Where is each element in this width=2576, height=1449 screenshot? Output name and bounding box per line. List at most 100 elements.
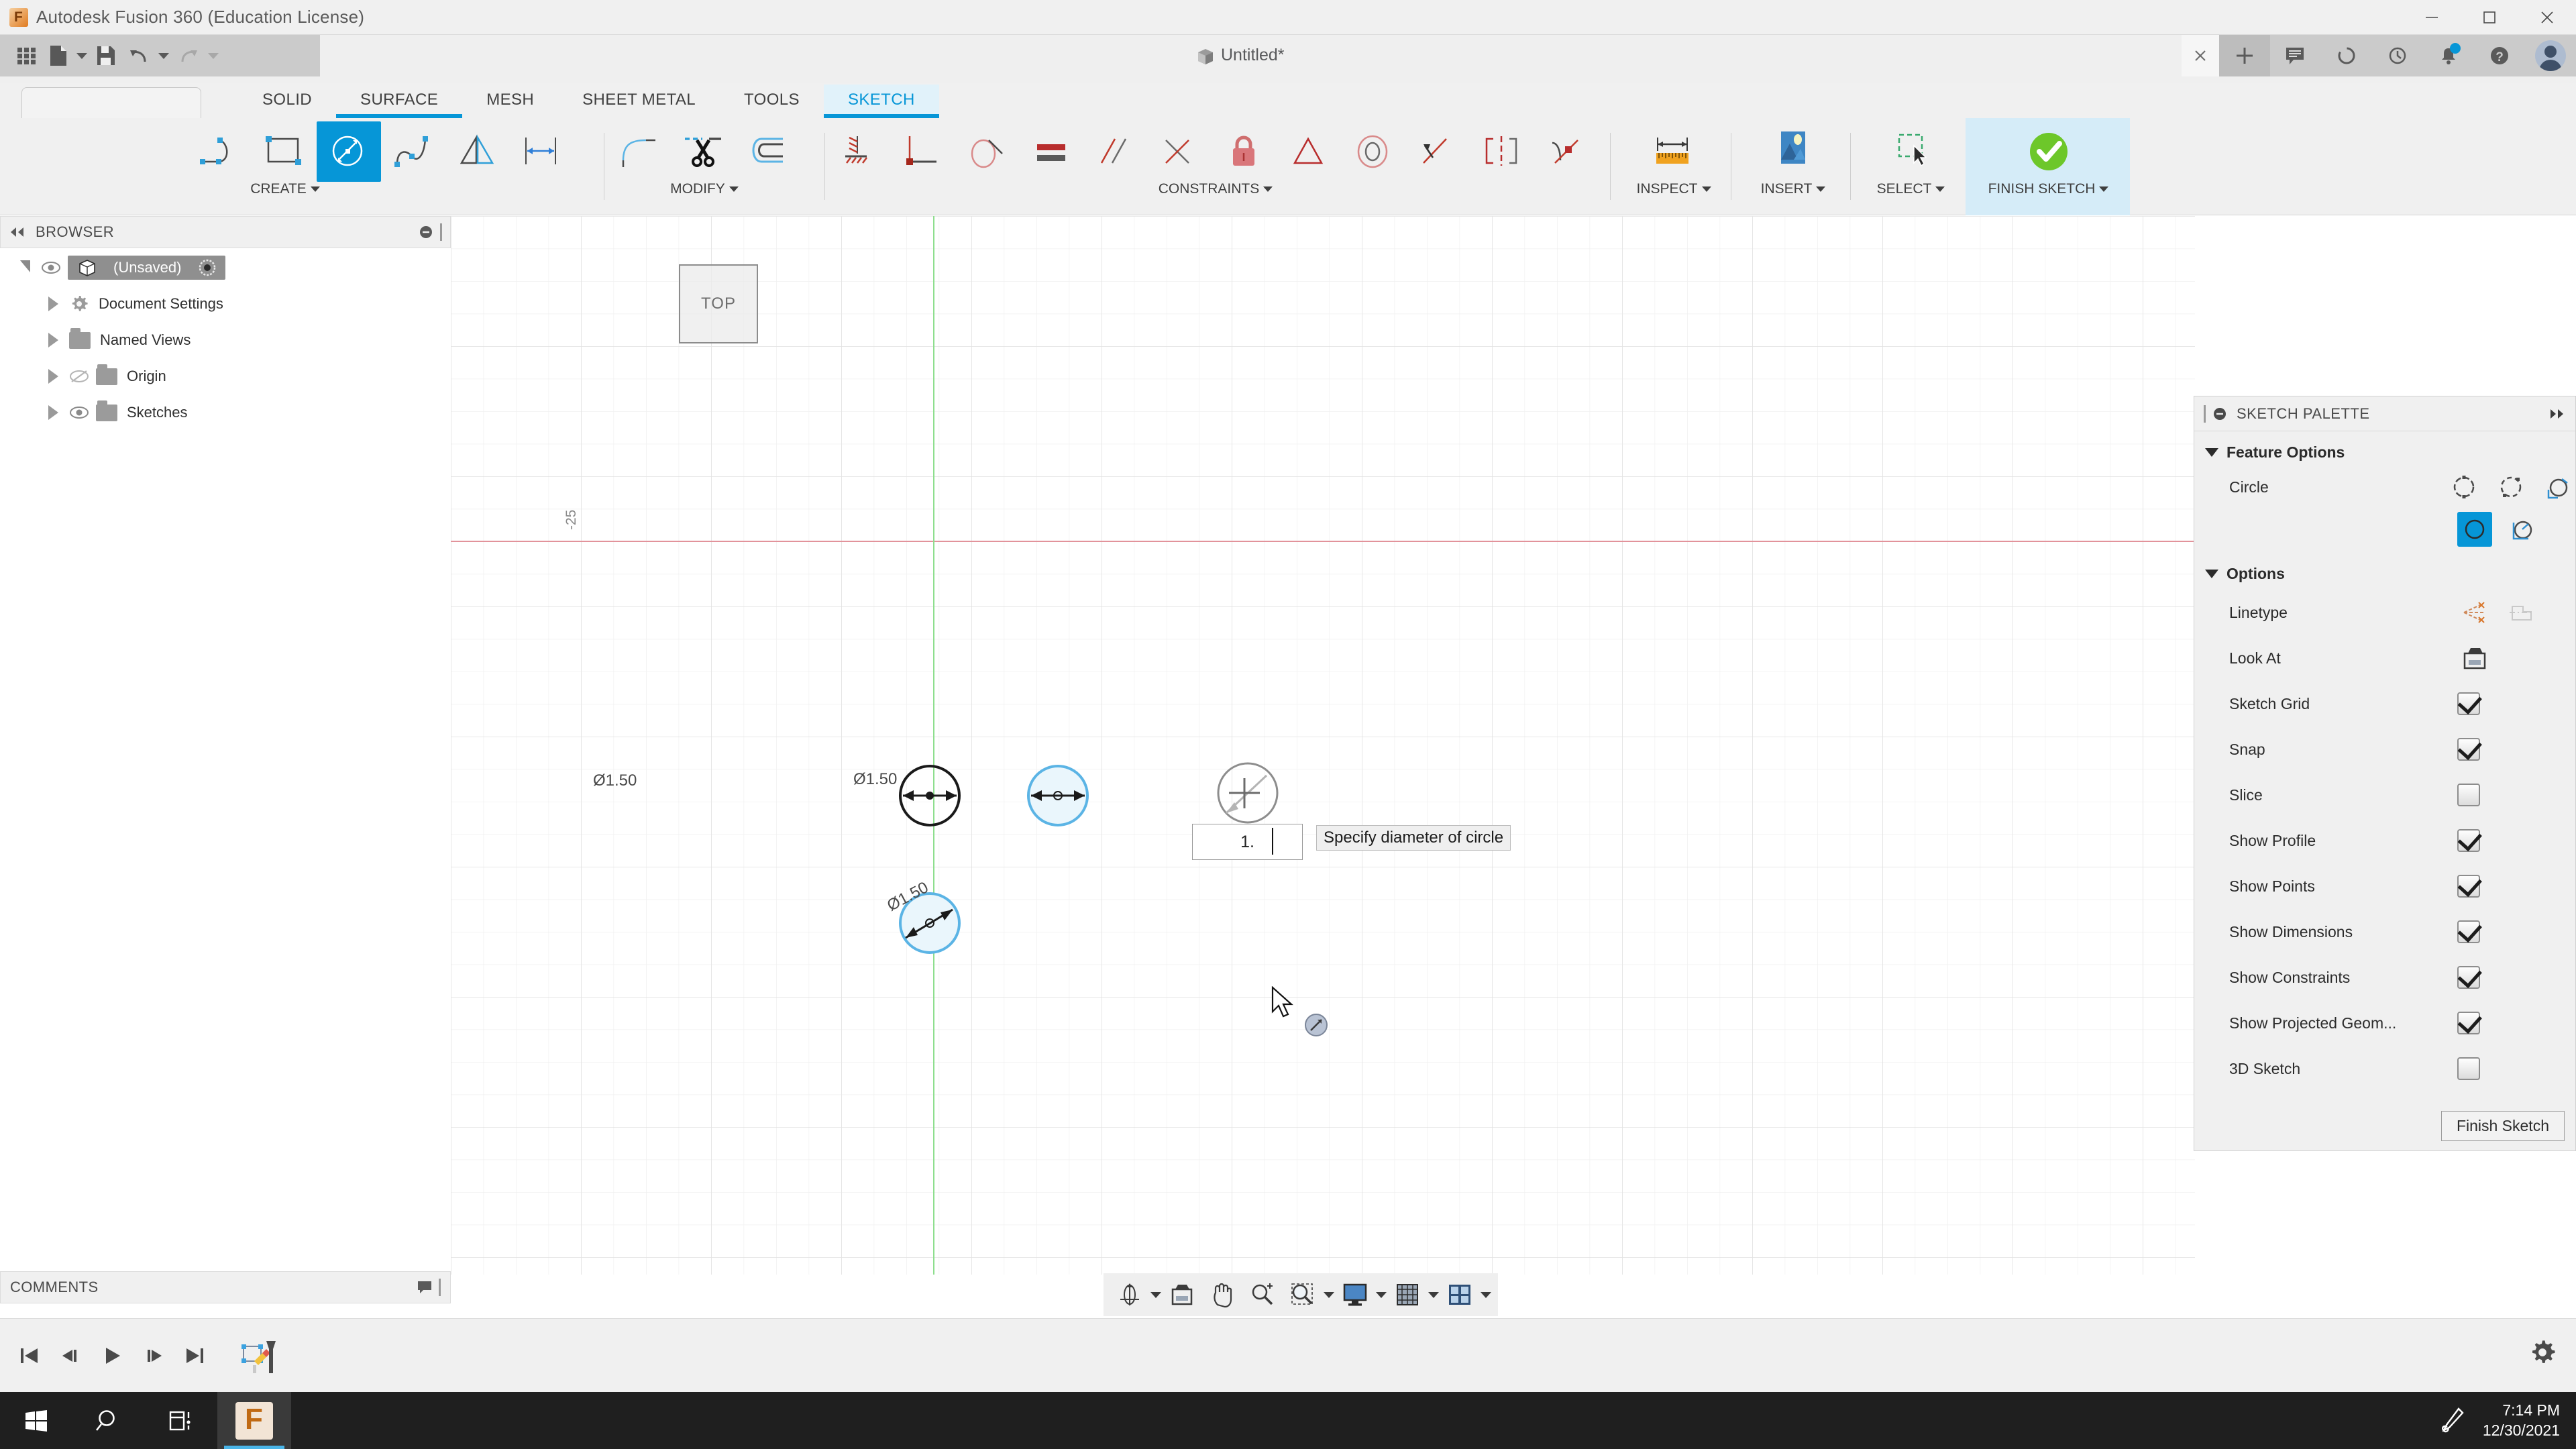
viewports-icon[interactable] — [1440, 1276, 1479, 1313]
tree-row-unsaved[interactable]: (Unsaved) — [0, 250, 451, 286]
tree-row-origin[interactable]: Origin — [0, 358, 451, 394]
sketch-feature-icon[interactable] — [233, 1336, 283, 1376]
ribbon-group-label-inspect[interactable]: INSPECT — [1617, 181, 1731, 197]
search-icon[interactable] — [72, 1392, 145, 1449]
symmetry-constraint-icon[interactable] — [1470, 121, 1535, 182]
ribbon-group-label-modify[interactable]: MODIFY — [607, 181, 802, 197]
rectangle-icon[interactable] — [252, 121, 317, 182]
3d-sketch-checkbox[interactable] — [2457, 1057, 2480, 1080]
tab-sketch[interactable]: SKETCH — [823, 85, 939, 118]
tab-solid[interactable]: SOLID — [238, 85, 336, 118]
section-options[interactable]: Options — [2194, 553, 2575, 590]
help-icon[interactable]: ? — [2474, 35, 2525, 76]
zoom-window-icon[interactable] — [1283, 1276, 1322, 1313]
taskbar-app-fusion360[interactable] — [217, 1392, 291, 1449]
ribbon-group-label-create[interactable]: CREATE — [188, 181, 382, 197]
polygon-icon[interactable] — [445, 121, 510, 182]
zoom-icon[interactable] — [1243, 1276, 1282, 1313]
tree-row-named-views[interactable]: Named Views — [0, 322, 451, 358]
zoom-dropdown-icon[interactable] — [1324, 1291, 1334, 1298]
parallel-constraint-icon[interactable] — [1084, 121, 1148, 182]
line-icon[interactable] — [188, 121, 252, 182]
tree-row-document-settings[interactable]: Document Settings — [0, 286, 451, 322]
chevron-right-icon[interactable] — [48, 405, 58, 420]
pan-hand-icon[interactable] — [1203, 1276, 1242, 1313]
collapse-left-icon[interactable] — [9, 226, 26, 238]
browser-resize-handle[interactable] — [440, 223, 442, 241]
offset-icon[interactable] — [736, 121, 800, 182]
display-settings-dropdown-icon[interactable] — [1376, 1291, 1387, 1298]
centerline-linetype-icon[interactable] — [2504, 595, 2539, 630]
finish-sketch-check-icon[interactable] — [2017, 121, 2081, 182]
show-profile-checkbox[interactable] — [2457, 829, 2480, 852]
palette-row-3d-sketch[interactable]: 3D Sketch — [2194, 1046, 2575, 1091]
coincident-constraint-icon[interactable] — [891, 121, 955, 182]
sketch-dimension-icon[interactable] — [510, 121, 574, 182]
pen-workspace-icon[interactable] — [2438, 1406, 2465, 1436]
new-document-dropdown-icon[interactable] — [76, 52, 87, 59]
look-at-icon[interactable] — [2457, 641, 2492, 676]
bell-icon[interactable] — [2423, 35, 2474, 76]
tangent-constraint-icon[interactable] — [955, 121, 1020, 182]
palette-row-show-profile[interactable]: Show Profile — [2194, 818, 2575, 863]
viewports-dropdown-icon[interactable] — [1481, 1291, 1491, 1298]
skip-to-end-icon[interactable] — [176, 1336, 215, 1376]
show-dimensions-checkbox[interactable] — [2457, 920, 2480, 943]
tab-mesh[interactable]: MESH — [462, 85, 558, 118]
snap-checkbox[interactable] — [2457, 738, 2480, 761]
maximize-icon[interactable] — [2461, 0, 2518, 35]
diameter-input[interactable]: 1. — [1192, 824, 1303, 860]
minus-circle-icon[interactable] — [2212, 407, 2227, 421]
step-back-icon[interactable] — [51, 1336, 90, 1376]
tree-row-sketches[interactable]: Sketches — [0, 394, 451, 431]
step-forward-icon[interactable] — [134, 1336, 173, 1376]
visibility-eye-off-icon[interactable] — [69, 370, 89, 383]
chevron-right-icon[interactable] — [48, 333, 58, 347]
undo-icon[interactable] — [122, 38, 156, 73]
document-tab[interactable]: Untitled* — [1195, 46, 1285, 65]
close-tab-icon[interactable] — [2182, 35, 2219, 76]
palette-row-snap[interactable]: Snap — [2194, 727, 2575, 772]
save-icon[interactable] — [90, 38, 122, 73]
close-icon[interactable] — [2518, 0, 2576, 35]
dimension-label-1[interactable]: Ø1.50 — [593, 771, 637, 790]
display-settings-icon[interactable] — [1336, 1276, 1375, 1313]
grid-snaps-icon[interactable] — [1388, 1276, 1427, 1313]
minus-circle-icon[interactable] — [419, 225, 433, 239]
comment-bubble-icon[interactable] — [417, 1281, 432, 1294]
undo-dropdown-icon[interactable] — [158, 52, 169, 59]
job-status-icon[interactable] — [2321, 35, 2372, 76]
three-point-circle-icon[interactable] — [2540, 470, 2575, 504]
midpoint-constraint-icon[interactable] — [1277, 121, 1342, 182]
circle-icon[interactable] — [317, 121, 381, 182]
palette-row-sketch-grid[interactable]: Sketch Grid — [2194, 681, 2575, 727]
select-window-icon[interactable] — [1879, 121, 1943, 182]
two-tangent-circle-icon[interactable] — [2457, 512, 2492, 547]
new-tab-plus-icon[interactable] — [2219, 35, 2270, 76]
ribbon-group-label-constraints[interactable]: CONSTRAINTS — [826, 181, 1605, 197]
comments-resize-handle[interactable] — [439, 1279, 441, 1296]
tree-node-selected[interactable]: (Unsaved) — [68, 256, 226, 280]
taskbar-clock[interactable]: 7:14 PM 12/30/2021 — [2483, 1401, 2560, 1441]
skip-to-start-icon[interactable] — [9, 1336, 48, 1376]
app-grid-icon[interactable] — [9, 38, 43, 73]
measure-ruler-icon[interactable] — [1642, 121, 1706, 182]
curvature-constraint-icon[interactable] — [1535, 121, 1599, 182]
palette-row-show-dimensions[interactable]: Show Dimensions — [2194, 909, 2575, 955]
tab-sheet-metal[interactable]: SHEET METAL — [558, 85, 720, 118]
activate-component-icon[interactable] — [199, 259, 216, 276]
fix-unfix-constraint-icon[interactable] — [1213, 121, 1277, 182]
minimize-icon[interactable] — [2403, 0, 2461, 35]
dimension-label-2[interactable]: Ø1.50 — [853, 770, 897, 789]
two-point-circle-icon[interactable] — [2493, 470, 2528, 504]
new-document-icon[interactable] — [43, 38, 74, 73]
center-diameter-circle-icon[interactable] — [2447, 470, 2481, 504]
palette-row-slice[interactable]: Slice — [2194, 772, 2575, 818]
avatar[interactable] — [2525, 35, 2576, 76]
tab-tools[interactable]: TOOLS — [720, 85, 824, 118]
slice-checkbox[interactable] — [2457, 784, 2480, 806]
windows-start-icon[interactable] — [0, 1392, 72, 1449]
chevron-expanded-icon[interactable] — [20, 260, 30, 272]
palette-row-show-constraints[interactable]: Show Constraints — [2194, 955, 2575, 1000]
trim-scissors-icon[interactable] — [672, 121, 736, 182]
